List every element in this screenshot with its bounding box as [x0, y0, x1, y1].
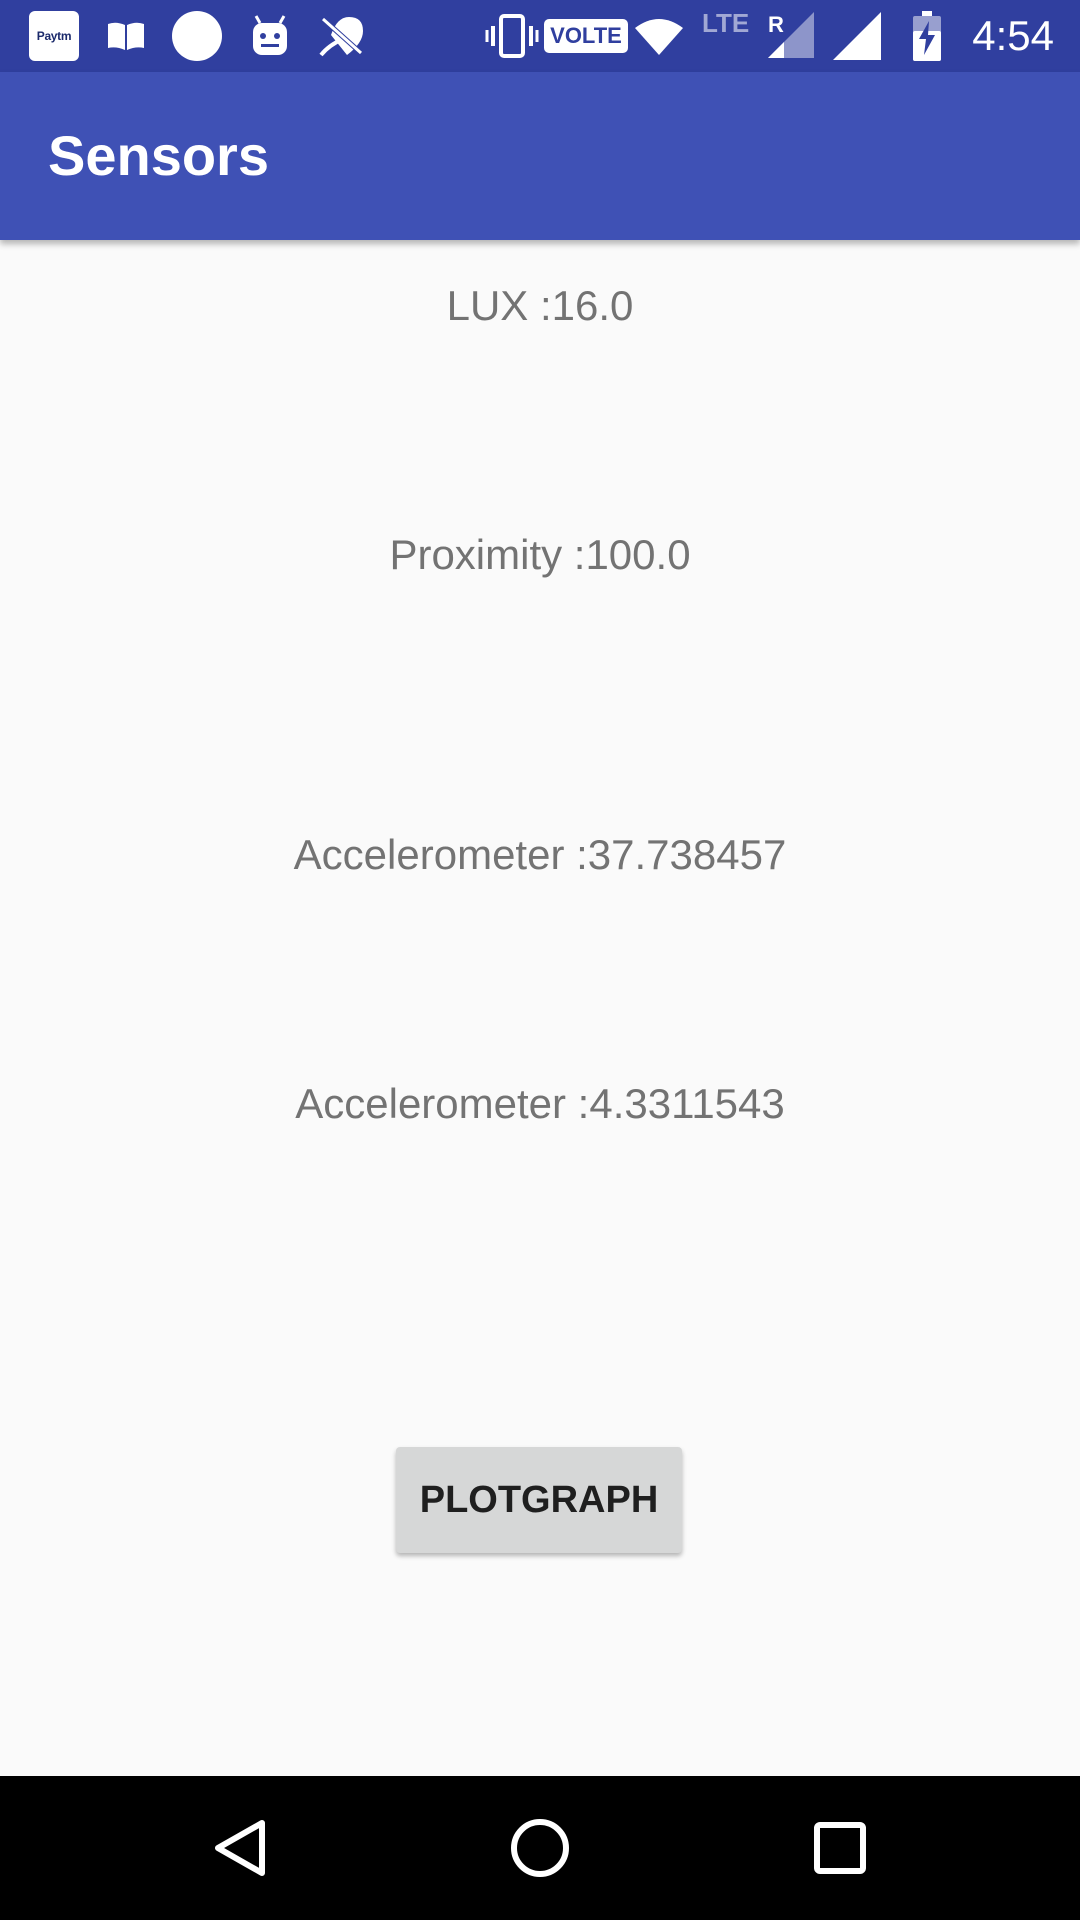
status-bar: Paytm VOLTE LTE R 4:54: [0, 0, 1080, 72]
proximity-reading: Proximity :100.0: [389, 531, 691, 578]
paytm-label: Paytm: [29, 11, 79, 61]
book-icon: [104, 0, 148, 72]
recents-icon: [814, 1822, 866, 1874]
signal-icon: LTE R: [702, 0, 814, 72]
back-button[interactable]: [150, 1776, 330, 1920]
home-button[interactable]: [450, 1776, 630, 1920]
vibrate-icon: [484, 0, 540, 72]
accelerometer-reading-2: Accelerometer :4.3311543: [295, 1080, 785, 1127]
no-location-icon: [316, 0, 368, 72]
battery-charging-icon: [910, 0, 944, 72]
back-icon: [215, 1820, 265, 1876]
lux-reading: LUX :16.0: [446, 282, 634, 329]
wifi-icon: [634, 0, 684, 72]
app-title: Sensors: [48, 124, 269, 187]
recents-button[interactable]: [750, 1776, 930, 1920]
paytm-icon: Paytm: [28, 0, 80, 72]
accelerometer-reading: Accelerometer :37.738457: [293, 831, 787, 878]
app-bar: Sensors: [0, 72, 1080, 240]
home-icon: [511, 1819, 569, 1877]
status-clock: 4:54: [972, 12, 1054, 59]
signal-icon: [832, 0, 882, 72]
lte-label: LTE: [702, 8, 750, 38]
plot-graph-button[interactable]: PLOTGRAPH: [396, 1447, 682, 1553]
volte-icon: VOLTE: [544, 0, 628, 72]
circle-icon: [170, 0, 224, 72]
android-icon: [250, 0, 290, 72]
volte-label: VOLTE: [544, 19, 628, 53]
navigation-bar: [0, 1776, 1080, 1920]
